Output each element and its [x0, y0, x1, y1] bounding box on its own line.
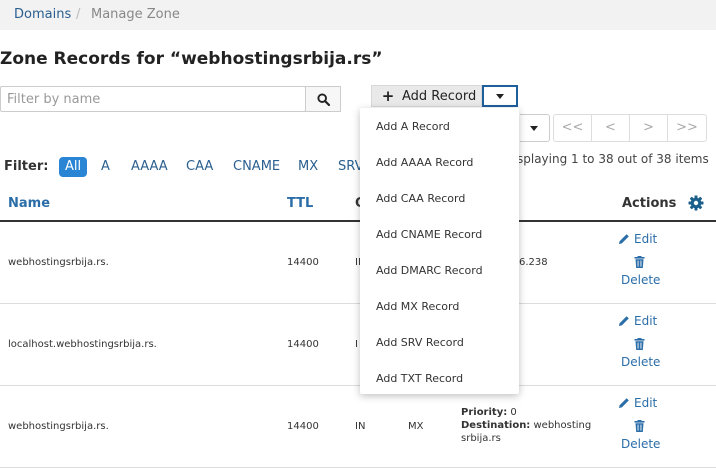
- breadcrumb-domains-link[interactable]: Domains: [14, 7, 71, 22]
- add-record-menu: Add A Record Add AAAA Record Add CAA Rec…: [360, 108, 519, 394]
- breadcrumb: Domains / Manage Zone: [0, 0, 716, 30]
- row-3-delete-button[interactable]: Delete: [621, 437, 660, 451]
- pencil-icon[interactable]: [618, 397, 630, 409]
- row-1-ttl: 14400: [287, 257, 319, 268]
- row-3-edit-button[interactable]: Edit: [634, 396, 657, 410]
- row-2-delete-button[interactable]: Delete: [621, 355, 660, 369]
- pencil-icon[interactable]: [618, 233, 630, 245]
- items-count: splaying 1 to 38 out of 38 items: [517, 152, 709, 166]
- menu-item-add-cname-record[interactable]: Add CNAME Record: [376, 228, 482, 241]
- column-header-name[interactable]: Name: [8, 196, 50, 211]
- row-1-name: webhostingsrbija.rs.: [8, 257, 109, 268]
- menu-item-add-mx-record[interactable]: Add MX Record: [376, 300, 459, 313]
- destination-value-line-1: webhosting: [533, 420, 592, 431]
- chevron-down-icon: [496, 93, 504, 99]
- pager-first-button[interactable]: <<: [554, 115, 592, 141]
- filter-option-a[interactable]: A: [101, 157, 110, 177]
- row-3-type: MX: [408, 421, 424, 432]
- plus-icon: +: [381, 87, 395, 105]
- destination-label: Destination:: [461, 420, 531, 431]
- add-record-label: Add Record: [402, 88, 477, 104]
- filter-option-mx[interactable]: MX: [298, 157, 318, 177]
- filter-option-aaaa[interactable]: AAAA: [131, 157, 168, 177]
- filter-option-all[interactable]: All: [59, 157, 88, 177]
- column-header-ttl[interactable]: TTL: [287, 196, 313, 211]
- column-header-actions: Actions: [622, 196, 677, 211]
- menu-item-add-a-record[interactable]: Add A Record: [376, 120, 450, 133]
- search-icon: [316, 92, 330, 106]
- menu-item-add-srv-record[interactable]: Add SRV Record: [376, 336, 464, 349]
- row-2-edit-button[interactable]: Edit: [634, 314, 657, 328]
- row-2-ttl: 14400: [287, 339, 319, 350]
- menu-item-add-txt-record[interactable]: Add TXT Record: [376, 372, 463, 385]
- filter-by-name-input[interactable]: [0, 86, 306, 112]
- add-record-dropdown-toggle[interactable]: [482, 85, 518, 107]
- row-divider: [0, 467, 716, 468]
- chevron-down-icon: [530, 126, 538, 131]
- filter-label: Filter:: [4, 159, 49, 174]
- priority-label: Priority:: [461, 407, 508, 418]
- row-3-value: Priority: 0 Destination: webhosting srbi…: [461, 406, 591, 445]
- row-3-class: IN: [355, 421, 366, 432]
- trash-icon[interactable]: [634, 420, 645, 432]
- pager-next-button[interactable]: >: [630, 115, 668, 141]
- menu-item-add-caa-record[interactable]: Add CAA Record: [376, 192, 465, 205]
- trash-icon[interactable]: [634, 338, 645, 350]
- row-1-delete-button[interactable]: Delete: [621, 273, 660, 287]
- destination-value-line-2: srbija.rs: [461, 433, 501, 444]
- search-button[interactable]: [305, 86, 341, 112]
- row-divider: [0, 385, 716, 386]
- breadcrumb-current: Manage Zone: [91, 7, 180, 22]
- menu-item-add-aaaa-record[interactable]: Add AAAA Record: [376, 156, 473, 169]
- pager-last-button[interactable]: >>: [668, 115, 706, 141]
- pager-prev-button[interactable]: <: [592, 115, 630, 141]
- trash-icon[interactable]: [634, 256, 645, 268]
- breadcrumb-separator: /: [76, 7, 81, 22]
- row-2-class: I: [355, 339, 358, 350]
- row-divider: [0, 303, 716, 304]
- add-record-button[interactable]: + Add Record: [371, 85, 482, 107]
- filter-option-caa[interactable]: CAA: [186, 157, 213, 177]
- table-header-divider: [0, 220, 716, 222]
- priority-value: 0: [510, 407, 517, 418]
- row-3-name: webhostingsrbija.rs.: [8, 421, 109, 432]
- row-3-ttl: 14400: [287, 421, 319, 432]
- row-2-name: localhost.webhostingsrbija.rs.: [8, 339, 157, 350]
- row-1-edit-button[interactable]: Edit: [634, 232, 657, 246]
- gear-icon[interactable]: [688, 195, 704, 211]
- row-1-value: 6.238: [519, 257, 548, 268]
- menu-item-add-dmarc-record[interactable]: Add DMARC Record: [376, 264, 483, 277]
- page-size-select[interactable]: [520, 114, 550, 142]
- page-title: Zone Records for “webhostingsrbija.rs”: [0, 49, 383, 69]
- filter-option-cname[interactable]: CNAME: [233, 157, 280, 177]
- pencil-icon[interactable]: [618, 315, 630, 327]
- pagination: << < > >>: [553, 114, 707, 142]
